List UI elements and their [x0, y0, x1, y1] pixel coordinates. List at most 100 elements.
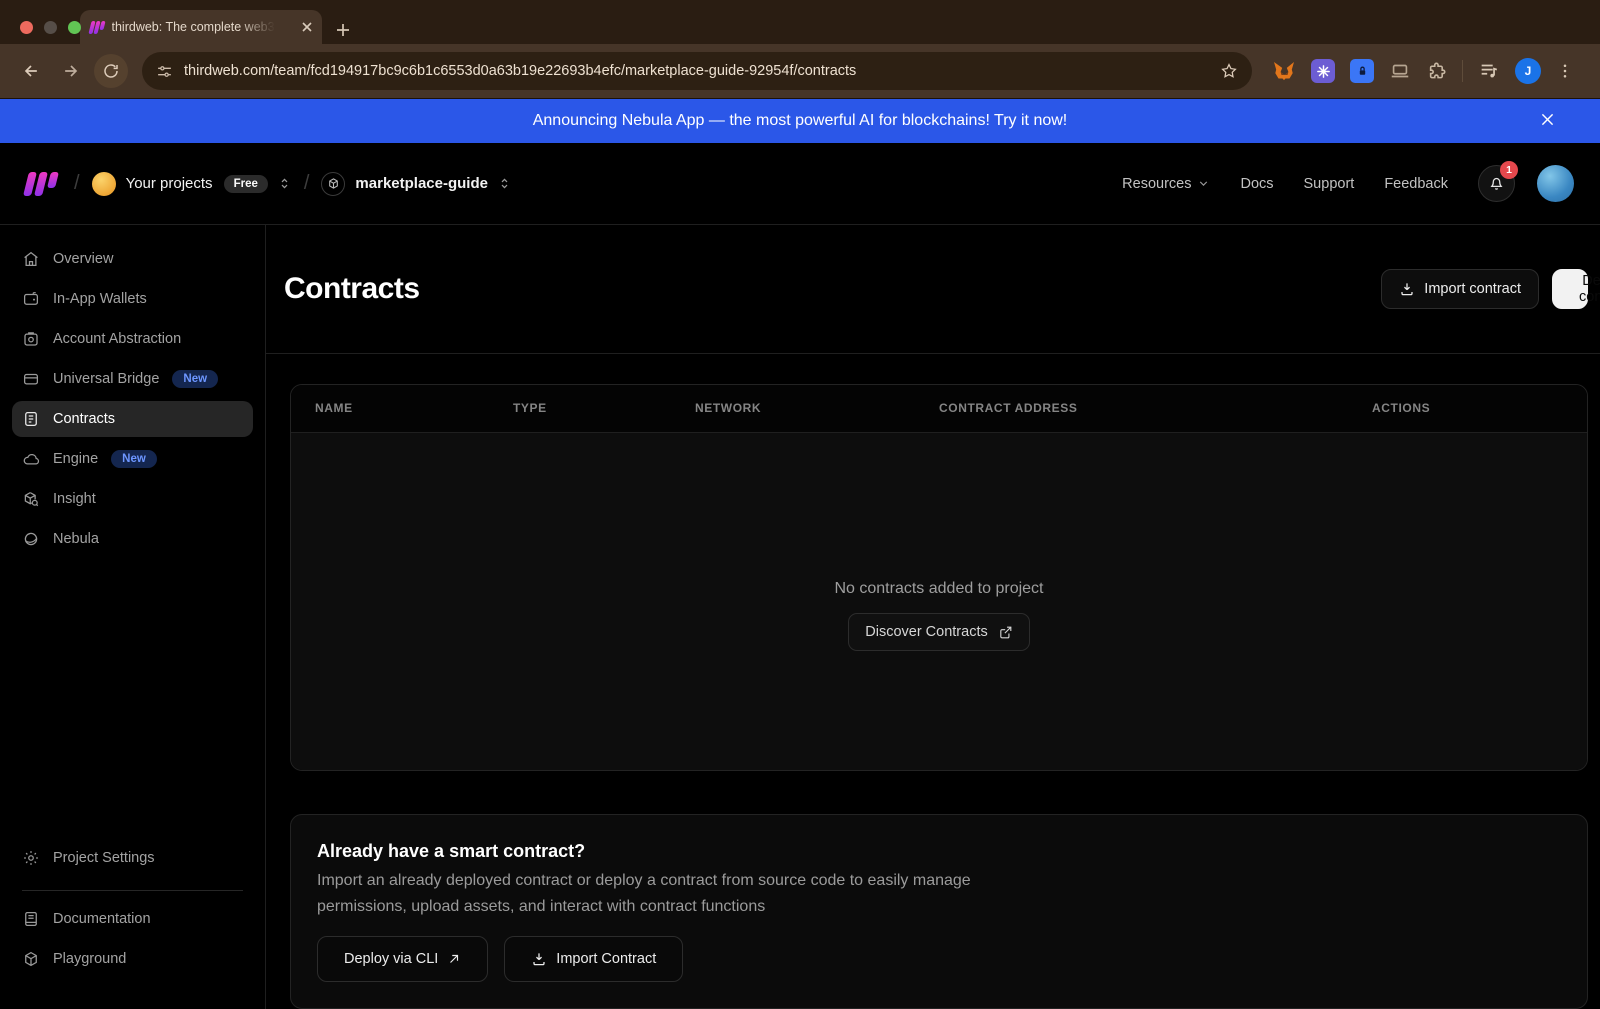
breadcrumb-slash: /	[74, 172, 80, 195]
sidebar-item-nebula[interactable]: Nebula	[12, 521, 253, 557]
window-controls	[20, 21, 81, 34]
url-text: thirdweb.com/team/fcd194917bc9c6b1c6553d…	[184, 63, 1209, 79]
sidebar-item-engine[interactable]: Engine New	[12, 441, 253, 477]
app-header: / Your projects Free / marketplace-guide…	[0, 143, 1600, 225]
browser-profile-avatar[interactable]: J	[1515, 58, 1541, 84]
safe-box-icon	[22, 330, 40, 348]
download-icon	[1399, 281, 1415, 297]
plan-badge: Free	[224, 175, 268, 193]
browser-titlebar: thirdweb: The complete web3	[0, 0, 1600, 44]
laptop-extension-icon[interactable]	[1389, 60, 1411, 82]
card-icon	[22, 370, 40, 388]
thirdweb-favicon	[88, 21, 105, 34]
project-cube-icon	[321, 172, 345, 196]
sidebar-item-playground[interactable]: Playground	[12, 941, 253, 977]
announcement-text: Announcing Nebula App — the most powerfu…	[533, 112, 1068, 130]
breadcrumb-slash: /	[304, 172, 310, 195]
empty-state-text: No contracts added to project	[834, 580, 1043, 598]
fullscreen-window-button[interactable]	[68, 21, 81, 34]
deploy-via-cli-label: Deploy via CLI	[344, 951, 438, 967]
sidebar-item-insight[interactable]: Insight	[12, 481, 253, 517]
team-switcher-chevrons-icon[interactable]	[277, 176, 292, 191]
media-controls-icon[interactable]	[1478, 60, 1500, 82]
bookmark-star-icon[interactable]	[1220, 62, 1238, 80]
import-contract-cta-button[interactable]: Import Contract	[504, 936, 683, 982]
nav-resources[interactable]: Resources	[1122, 176, 1210, 192]
announcement-banner[interactable]: Announcing Nebula App — the most powerfu…	[0, 99, 1600, 143]
metamask-extension-icon[interactable]	[1272, 59, 1296, 83]
notification-count-badge: 1	[1500, 161, 1518, 179]
minimize-window-button[interactable]	[44, 21, 57, 34]
project-name[interactable]: marketplace-guide	[355, 175, 488, 192]
sidebar-item-universal-bridge[interactable]: Universal Bridge New	[12, 361, 253, 397]
external-link-icon	[998, 625, 1013, 640]
column-header-network: NETWORK	[671, 401, 915, 415]
discover-contracts-label: Discover Contracts	[865, 624, 987, 640]
sidebar-item-overview[interactable]: Overview	[12, 241, 253, 277]
import-contract-button[interactable]: Import contract	[1381, 269, 1539, 309]
book-icon	[22, 910, 40, 928]
browser-tab[interactable]: thirdweb: The complete web3	[80, 10, 322, 44]
notifications-button[interactable]: 1	[1478, 165, 1515, 202]
contract-document-icon	[22, 410, 40, 428]
cta-description: Import an already deployed contract or d…	[317, 868, 1007, 920]
header-nav: Resources Docs Support Feedback 1	[1122, 165, 1574, 202]
contracts-table: NAME TYPE NETWORK CONTRACT ADDRESS ACTIO…	[290, 384, 1588, 771]
new-tab-button[interactable]	[336, 23, 350, 37]
cloud-icon	[22, 450, 40, 468]
user-avatar[interactable]	[1537, 165, 1574, 202]
banner-close-icon[interactable]	[1539, 111, 1556, 128]
deploy-contract-button[interactable]: Deploy contract	[1552, 269, 1588, 309]
sidebar-item-label: Universal Bridge	[53, 371, 159, 387]
sidebar-item-label: Account Abstraction	[53, 331, 181, 347]
team-avatar[interactable]	[92, 172, 116, 196]
sidebar-item-account-abstraction[interactable]: Account Abstraction	[12, 321, 253, 357]
extensions-row: J	[1272, 58, 1574, 84]
reload-icon[interactable]	[94, 54, 128, 88]
column-header-type: TYPE	[489, 401, 671, 415]
bell-icon	[1488, 175, 1505, 192]
nav-support[interactable]: Support	[1304, 176, 1355, 192]
team-name[interactable]: Your projects	[126, 175, 213, 192]
new-badge: New	[172, 370, 218, 388]
extensions-puzzle-icon[interactable]	[1426, 61, 1447, 82]
deploy-contract-label: Deploy contract	[1579, 273, 1600, 305]
project-switcher-chevrons-icon[interactable]	[497, 176, 512, 191]
sidebar-item-contracts[interactable]: Contracts	[12, 401, 253, 437]
forward-icon[interactable]	[54, 54, 88, 88]
cube-search-icon	[22, 490, 40, 508]
sidebar-item-in-app-wallets[interactable]: In-App Wallets	[12, 281, 253, 317]
home-icon	[22, 250, 40, 268]
thirdweb-logo[interactable]	[23, 172, 59, 196]
arrow-up-right-icon	[447, 952, 461, 966]
tab-title: thirdweb: The complete web3	[112, 20, 275, 34]
back-icon[interactable]	[14, 54, 48, 88]
sidebar-item-documentation[interactable]: Documentation	[12, 901, 253, 937]
chevron-down-icon	[1197, 177, 1210, 190]
empty-state: No contracts added to project Discover C…	[291, 433, 1587, 771]
column-header-actions: ACTIONS	[1348, 401, 1587, 415]
privacy-shield-extension-icon[interactable]	[1350, 59, 1374, 83]
smart-contract-cta-card: Already have a smart contract? Import an…	[290, 814, 1588, 1009]
sidebar-item-label: Overview	[53, 251, 113, 267]
snowflake-extension-icon[interactable]	[1311, 59, 1335, 83]
planet-icon	[22, 530, 40, 548]
page-title: Contracts	[284, 272, 420, 306]
browser-window: thirdweb: The complete web3 thirdweb.com…	[0, 0, 1600, 1009]
deploy-via-cli-button[interactable]: Deploy via CLI	[317, 936, 488, 982]
box-icon	[22, 950, 40, 968]
tab-close-icon[interactable]	[302, 22, 312, 32]
nav-feedback[interactable]: Feedback	[1384, 176, 1448, 192]
sidebar-item-project-settings[interactable]: Project Settings	[12, 840, 253, 876]
close-window-button[interactable]	[20, 21, 33, 34]
column-header-contract-address: CONTRACT ADDRESS	[915, 401, 1348, 415]
table-header-row: NAME TYPE NETWORK CONTRACT ADDRESS ACTIO…	[291, 385, 1587, 433]
discover-contracts-button[interactable]: Discover Contracts	[848, 613, 1029, 651]
browser-menu-icon[interactable]	[1556, 62, 1574, 80]
import-contract-label: Import contract	[1424, 281, 1521, 297]
nav-docs[interactable]: Docs	[1240, 176, 1273, 192]
sidebar-divider	[22, 890, 243, 891]
site-settings-icon[interactable]	[156, 63, 173, 80]
download-icon	[531, 951, 547, 967]
url-bar[interactable]: thirdweb.com/team/fcd194917bc9c6b1c6553d…	[142, 52, 1252, 90]
